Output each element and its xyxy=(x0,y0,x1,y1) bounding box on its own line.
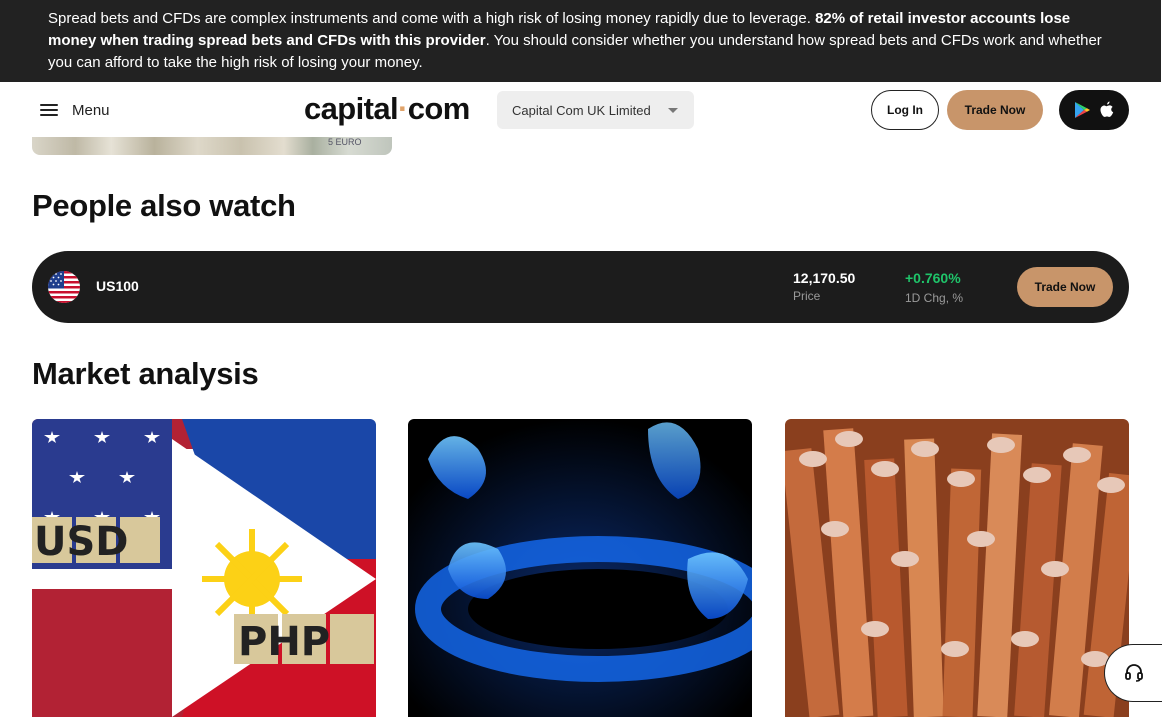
menu-label: Menu xyxy=(72,101,110,119)
logo-text-right: com xyxy=(407,91,471,126)
market-analysis-title: Market analysis xyxy=(32,356,259,391)
instrument-change: +0.760% xyxy=(905,270,961,286)
people-also-watch-title: People also watch xyxy=(32,188,296,223)
trade-now-button[interactable]: Trade Now xyxy=(947,90,1043,130)
usd-php-image: USD PHP xyxy=(32,419,376,717)
analysis-card-natural-gas[interactable] xyxy=(408,419,752,717)
instrument-price: 12,170.50 xyxy=(793,270,856,286)
headset-icon xyxy=(1124,664,1143,682)
entity-select-value: Capital Com UK Limited xyxy=(512,102,651,118)
entity-select[interactable]: Capital Com UK Limited xyxy=(497,91,694,129)
instrument-trade-now-button[interactable]: Trade Now xyxy=(1017,267,1113,307)
usd-tile-text: USD xyxy=(34,519,129,565)
risk-warning-banner: Spread bets and CFDs are complex instrum… xyxy=(0,0,1161,82)
us-flag-icon xyxy=(48,271,80,303)
support-chat-button[interactable] xyxy=(1104,644,1162,702)
capital-com-logo[interactable]: capital·com xyxy=(304,91,470,127)
apple-icon xyxy=(1100,101,1114,117)
login-button[interactable]: Log In xyxy=(871,90,939,130)
analysis-card-usd-php[interactable]: USD PHP xyxy=(32,419,376,717)
analysis-card-copper[interactable] xyxy=(785,419,1129,717)
google-play-icon xyxy=(1075,102,1090,118)
us100-instrument-row[interactable]: US100 12,170.50 Price +0.760% 1D Chg, % … xyxy=(32,251,1129,323)
php-tile-text: PHP xyxy=(238,619,330,665)
site-header: Menu capital·com Capital Com UK Limited … xyxy=(0,82,1161,137)
change-label: 1D Chg, % xyxy=(905,291,964,305)
price-label: Price xyxy=(793,289,821,303)
copper-wires-image xyxy=(785,419,1129,717)
hamburger-icon xyxy=(40,103,60,117)
logo-text-left: capital xyxy=(304,91,399,126)
menu-button[interactable]: Menu xyxy=(40,97,110,123)
logo-dot: · xyxy=(398,91,408,126)
hero-image: 5 EURO xyxy=(32,136,392,155)
chevron-down-icon xyxy=(668,108,678,113)
app-download-button[interactable] xyxy=(1059,90,1129,130)
risk-warning-text: Spread bets and CFDs are complex instrum… xyxy=(48,10,816,27)
hero-image-caption: 5 EURO xyxy=(328,137,362,147)
gas-flame-image xyxy=(408,419,752,717)
instrument-symbol: US100 xyxy=(96,278,139,294)
